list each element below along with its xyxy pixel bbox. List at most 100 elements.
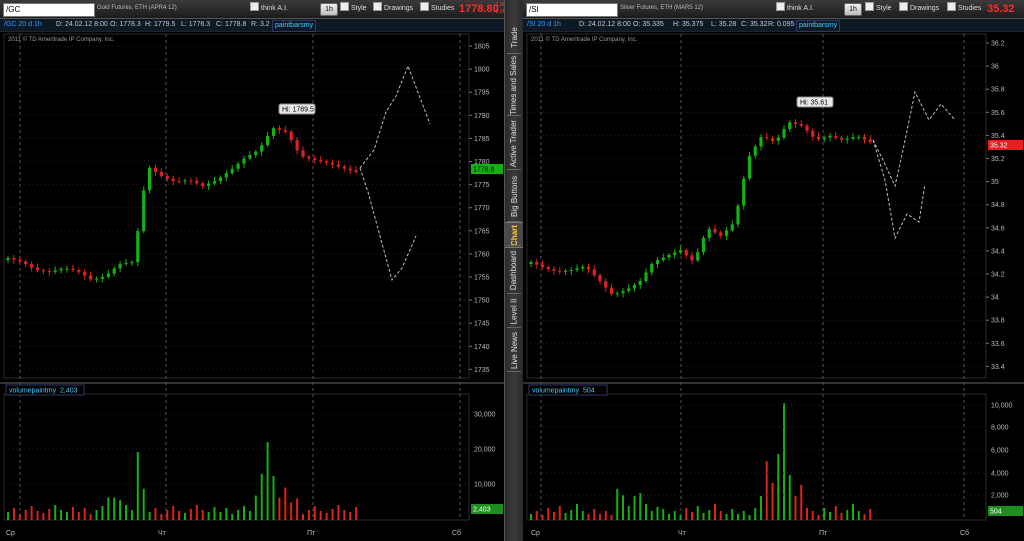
side-tab-times-and-sales[interactable]: Times and Sales	[505, 54, 523, 116]
price-axis-label: 35.4	[991, 133, 1005, 140]
volume-axis-label: 8,000	[991, 425, 1009, 432]
volume-bar	[36, 511, 39, 520]
candle-body	[177, 181, 181, 183]
candle-body	[47, 271, 51, 273]
price-axis-label: 1805	[474, 44, 490, 51]
left-chart-canvas[interactable]: 2011 © TD Ameritrade IP Company, Inc. 180…	[0, 0, 504, 541]
volume-bar	[296, 498, 299, 520]
candle-body	[266, 135, 270, 146]
candle-body	[106, 273, 110, 277]
volume-bar	[817, 515, 820, 520]
candle-body	[207, 183, 211, 186]
candle-body	[83, 271, 87, 276]
volume-bar	[564, 513, 567, 520]
price-axis-label: 33.6	[991, 341, 1005, 348]
candle-body	[839, 137, 844, 140]
volume-bar	[125, 505, 127, 520]
candle-body	[212, 181, 217, 184]
price-axis-label: 34.6	[991, 225, 1005, 232]
volume-bar	[639, 493, 642, 520]
volume-bar	[581, 511, 584, 520]
copyright-text: 2011 © TD Ameritrade IP Company, Inc.	[531, 36, 638, 43]
side-tab-live-news[interactable]: Live News	[505, 328, 523, 372]
candle-body	[18, 259, 22, 262]
candle-body	[165, 176, 169, 179]
volume-bar	[266, 442, 269, 520]
volume-bar	[840, 513, 843, 520]
volume-bar	[627, 506, 630, 520]
volume-bar	[725, 514, 728, 520]
candle-body	[793, 122, 798, 124]
volume-bar	[823, 508, 826, 520]
candle-body	[283, 129, 287, 132]
candle-body	[124, 263, 128, 265]
side-tab-label: Trade	[509, 26, 519, 48]
side-tab-label: Big Buttons	[509, 175, 519, 217]
volume-bar	[788, 475, 791, 520]
price-axis-label: 1735	[474, 367, 490, 374]
candle-body	[289, 131, 293, 141]
price-axis-label: 1745	[474, 321, 490, 328]
volume-bar	[119, 500, 122, 520]
volume-bar	[846, 510, 849, 520]
price-axis-label: 1795	[474, 90, 490, 97]
volume-bar	[863, 514, 866, 520]
side-tab-active-trader[interactable]: Active Trader	[505, 116, 523, 170]
volume-bar	[337, 505, 340, 520]
price-axis-label: 33.8	[991, 318, 1005, 325]
candle-body	[295, 140, 299, 151]
price-axis-label: 34	[991, 295, 999, 302]
volume-bar	[777, 454, 780, 520]
candle-body	[598, 275, 602, 282]
right-chart-canvas[interactable]: 2011 © TD Ameritrade IP Company, Inc. 36.…	[523, 0, 1024, 541]
volume-bar	[178, 511, 181, 520]
volume-bar	[48, 509, 51, 520]
candle-body	[148, 167, 152, 191]
candle-body	[742, 178, 746, 206]
side-tab-dashboard[interactable]: Dashboard	[505, 246, 523, 294]
volume-bar	[679, 515, 682, 520]
price-axis-label: 35.2	[991, 156, 1005, 163]
candle-body	[248, 155, 252, 159]
candle-body	[563, 270, 568, 272]
candle-body	[667, 254, 671, 258]
candle-body	[822, 137, 826, 140]
volume-bar	[599, 514, 601, 520]
candle-body	[529, 262, 533, 264]
candle-body	[845, 138, 849, 140]
candle-body	[301, 150, 305, 157]
side-tab-level-ii[interactable]: Level II	[505, 294, 523, 328]
volume-bar	[319, 511, 322, 520]
volume-bar	[54, 505, 57, 520]
volume-bar	[42, 513, 45, 520]
candle-body	[171, 178, 175, 182]
volume-bar	[737, 514, 739, 520]
price-axis-label: 1760	[474, 251, 490, 258]
price-axis-label: 34.2	[991, 272, 1005, 279]
price-axis-label: 36	[991, 64, 999, 71]
high-label: Hi: 35.61	[800, 100, 828, 107]
candle-body	[546, 267, 550, 270]
volume-bar	[130, 510, 133, 520]
volume-bar	[685, 508, 688, 520]
volume-axis-label: 10,000	[474, 482, 496, 489]
volume-bar	[331, 509, 334, 520]
side-tab-trade[interactable]: Trade	[505, 20, 523, 54]
volume-bar	[742, 511, 745, 520]
volume-bar	[702, 513, 705, 520]
volume-bar	[248, 511, 251, 520]
volume-bar	[160, 514, 163, 520]
volume-bar	[794, 496, 797, 520]
volume-bar	[553, 512, 555, 520]
price-pane	[3, 33, 470, 379]
candle-body	[71, 268, 75, 270]
volume-bar	[243, 506, 245, 520]
volume-bar	[668, 514, 670, 520]
side-tab-label: Dashboard	[509, 250, 519, 290]
side-tab-big-buttons[interactable]: Big Buttons	[505, 170, 523, 222]
time-axis-label: Пт	[819, 530, 828, 537]
candle-body	[759, 137, 763, 147]
volume-bar	[558, 506, 561, 520]
candle-body	[65, 268, 69, 270]
volume-bar	[719, 511, 722, 520]
